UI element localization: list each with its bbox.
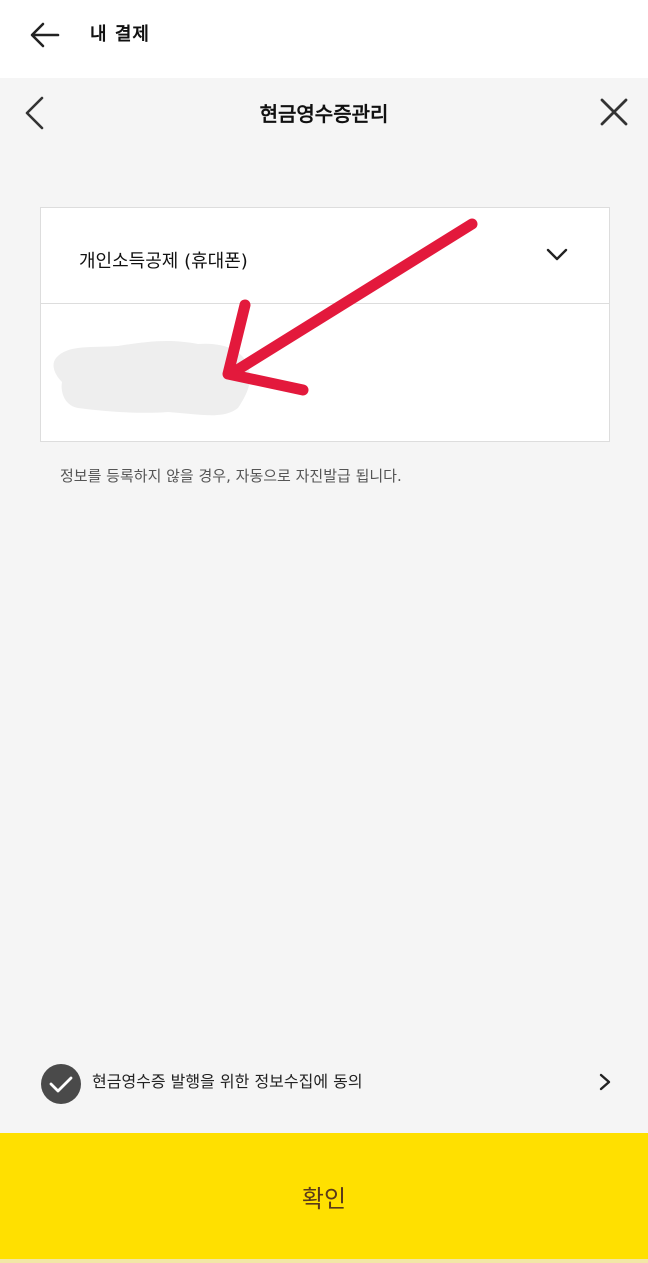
chevron-down-icon [546,248,568,261]
receipt-type-selected-value: 개인소득공제 (휴대폰) [79,251,248,272]
consent-label: 현금영수증 발행을 위한 정보수집에 동의 [92,1072,363,1091]
check-circle-icon[interactable] [40,1063,82,1105]
confirm-button[interactable]: 확인 [0,1133,648,1259]
receipt-form-card: 개인소득공제 (휴대폰) [40,207,610,442]
arrow-left-icon[interactable] [28,18,62,52]
consent-row[interactable]: 현금영수증 발행을 위한 정보수집에 동의 [40,1062,620,1106]
close-icon[interactable] [596,94,632,130]
app-header: 내 결제 [0,0,648,78]
page-nav-bar: 현금영수증관리 [0,78,648,146]
page-title: 현금영수증관리 [259,102,389,126]
app-header-title: 내 결제 [90,24,150,45]
chevron-right-icon[interactable] [598,1072,612,1092]
phone-number-input[interactable] [41,305,609,442]
bottom-edge [0,1259,648,1263]
auto-issue-notice: 정보를 등록하지 않을 경우, 자동으로 자진발급 됩니다. [60,467,402,485]
phone-number-row [41,305,609,442]
receipt-type-select[interactable]: 개인소득공제 (휴대폰) [41,208,609,304]
